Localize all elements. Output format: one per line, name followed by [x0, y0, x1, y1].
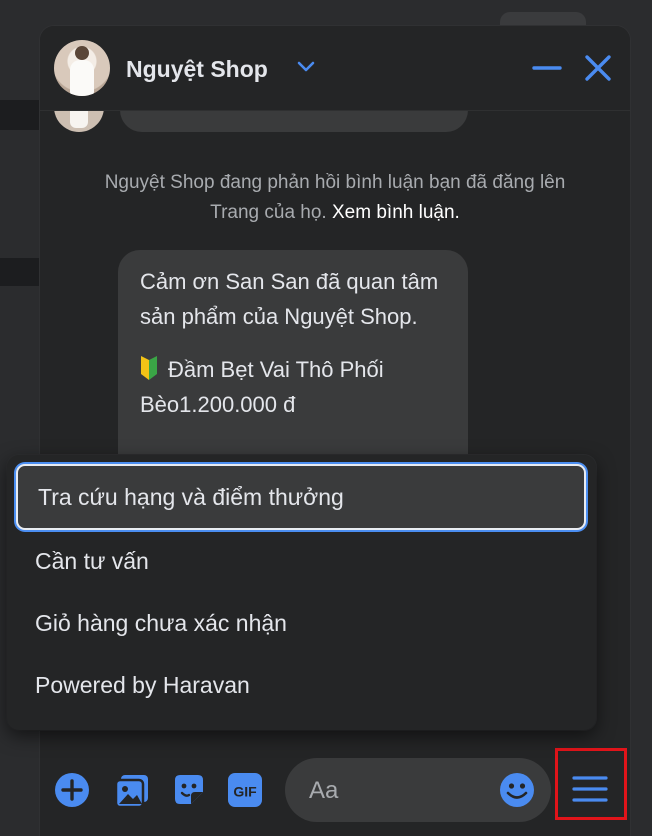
shop-name[interactable]: Nguyệt Shop: [126, 56, 268, 83]
chat-header: Nguyệt Shop: [40, 26, 630, 111]
chevron-down-icon[interactable]: [296, 60, 316, 74]
background-band-top: [0, 100, 40, 130]
persistent-menu: Tra cứu hạng và điểm thưởng Cần tư vấn G…: [7, 455, 596, 730]
message-input[interactable]: [307, 758, 491, 824]
shop-avatar[interactable]: [54, 40, 110, 96]
message-product-line: Đầm Bẹt Vai Thô Phối Bèo1.200.000 đ: [140, 352, 446, 422]
close-icon[interactable]: [582, 52, 614, 84]
image-icon[interactable]: [114, 772, 150, 808]
background-band-middle: [0, 258, 40, 286]
message-input-box[interactable]: [285, 758, 551, 824]
minimize-icon[interactable]: [532, 54, 562, 82]
message-text: Cảm ơn San San đã quan tâm sản phẩm của …: [140, 269, 439, 329]
message-composer: GIF: [40, 740, 630, 836]
emoji-icon[interactable]: [499, 772, 535, 808]
gif-icon[interactable]: GIF: [227, 772, 263, 808]
menu-item-consult[interactable]: Cần tư vấn: [15, 526, 592, 596]
hamburger-menu-icon[interactable]: [572, 774, 608, 804]
beginner-mark-icon: [141, 356, 157, 380]
product-name-price: Đầm Bẹt Vai Thô Phối Bèo1.200.000 đ: [140, 357, 384, 417]
sticker-icon[interactable]: [171, 772, 207, 808]
menu-item-powered-by[interactable]: Powered by Haravan: [15, 650, 592, 720]
menu-item-unconfirmed-cart[interactable]: Giỏ hàng chưa xác nhận: [15, 588, 592, 658]
comment-reply-notice: Nguyệt Shop đang phản hồi bình luận bạn …: [90, 168, 580, 228]
view-comment-link[interactable]: Xem bình luận.: [332, 202, 460, 223]
plus-icon[interactable]: [54, 772, 90, 808]
menu-item-rank-points[interactable]: Tra cứu hạng và điểm thưởng: [16, 464, 586, 530]
svg-text:GIF: GIF: [233, 784, 257, 800]
